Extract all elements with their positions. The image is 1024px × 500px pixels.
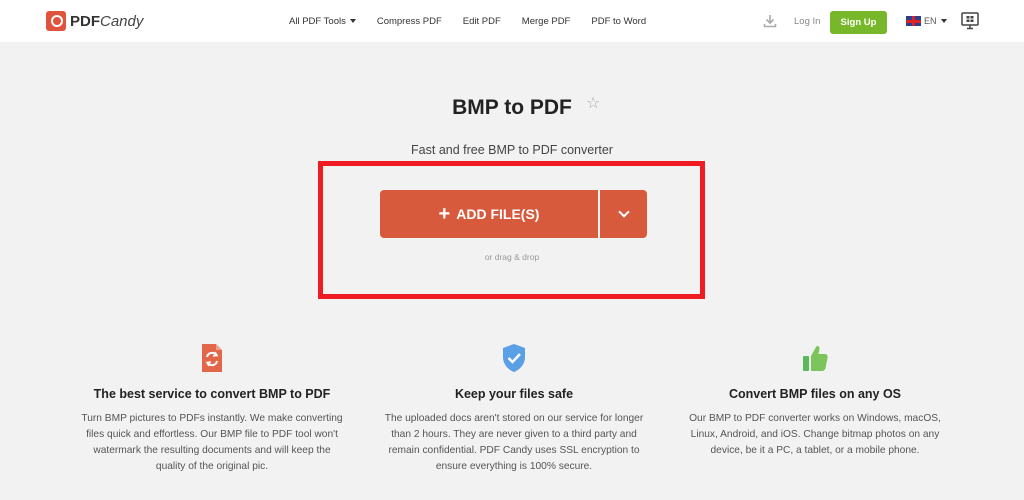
drag-drop-hint: or drag & drop bbox=[484, 252, 540, 262]
logo-text: PDFCandy bbox=[70, 13, 143, 30]
feature-text: Our BMP to PDF converter works on Window… bbox=[689, 413, 941, 456]
nav-compress-pdf[interactable]: Compress PDF bbox=[377, 16, 442, 27]
logo-pdf: PDF bbox=[70, 12, 100, 30]
nav-pdf-to-word[interactable]: PDF to Word bbox=[591, 16, 646, 27]
feature-any-os: Convert BMP files on any OS Our BMP to P… bbox=[670, 342, 960, 459]
download-icon[interactable] bbox=[763, 14, 777, 28]
nav-edit-pdf[interactable]: Edit PDF bbox=[463, 16, 501, 27]
caret-down-icon bbox=[940, 19, 947, 23]
title-wrap: BMP to PDF bbox=[0, 96, 1024, 120]
caret-down-icon bbox=[349, 18, 356, 23]
nav-all-pdf-tools[interactable]: All PDF Tools bbox=[289, 16, 356, 27]
candy-logo-icon bbox=[46, 11, 66, 31]
upload-options-dropdown[interactable] bbox=[600, 190, 647, 238]
feature-files-safe: Keep your files safe The uploaded docs a… bbox=[369, 342, 659, 475]
refresh-file-icon bbox=[202, 344, 222, 372]
windows-app-icon[interactable] bbox=[961, 12, 979, 30]
chevron-down-icon bbox=[617, 206, 630, 218]
uk-flag-icon bbox=[906, 16, 921, 26]
logo-candy: Candy bbox=[100, 12, 144, 30]
add-files-button[interactable]: + ADD FILE(S) bbox=[380, 190, 598, 238]
feature-title: The best service to convert BMP to PDF bbox=[93, 387, 331, 401]
signup-button[interactable]: Sign Up bbox=[830, 11, 887, 34]
feature-title: Keep your files safe bbox=[454, 387, 574, 401]
page-title: BMP to PDF bbox=[452, 96, 572, 119]
login-link[interactable]: Log In bbox=[794, 16, 820, 27]
plus-icon: + bbox=[438, 202, 451, 225]
feature-text: The uploaded docs aren't stored on our s… bbox=[384, 413, 644, 472]
page-subtitle: Fast and free BMP to PDF converter bbox=[411, 143, 613, 157]
nav-all-pdf-tools-label: All PDF Tools bbox=[289, 15, 346, 27]
nav-merge-pdf[interactable]: Merge PDF bbox=[522, 16, 571, 27]
feature-text: Turn BMP pictures to PDFs instantly. We … bbox=[81, 413, 343, 472]
language-selector[interactable]: EN bbox=[906, 16, 947, 26]
main-nav: All PDF Tools Compress PDF Edit PDF Merg… bbox=[289, 0, 667, 42]
star-favorite-icon[interactable]: ☆ bbox=[586, 93, 600, 113]
feature-best-service: The best service to convert BMP to PDF T… bbox=[67, 342, 357, 475]
feature-title: Convert BMP files on any OS bbox=[728, 387, 902, 401]
pdfcandy-logo[interactable]: PDFCandy bbox=[46, 11, 143, 31]
shield-check-icon bbox=[503, 344, 525, 372]
add-files-label: ADD FILE(S) bbox=[456, 206, 540, 222]
language-label: EN bbox=[924, 16, 937, 26]
thumbs-up-icon bbox=[803, 345, 828, 371]
top-header: PDFCandy All PDF Tools Compress PDF Edit… bbox=[0, 0, 1024, 42]
